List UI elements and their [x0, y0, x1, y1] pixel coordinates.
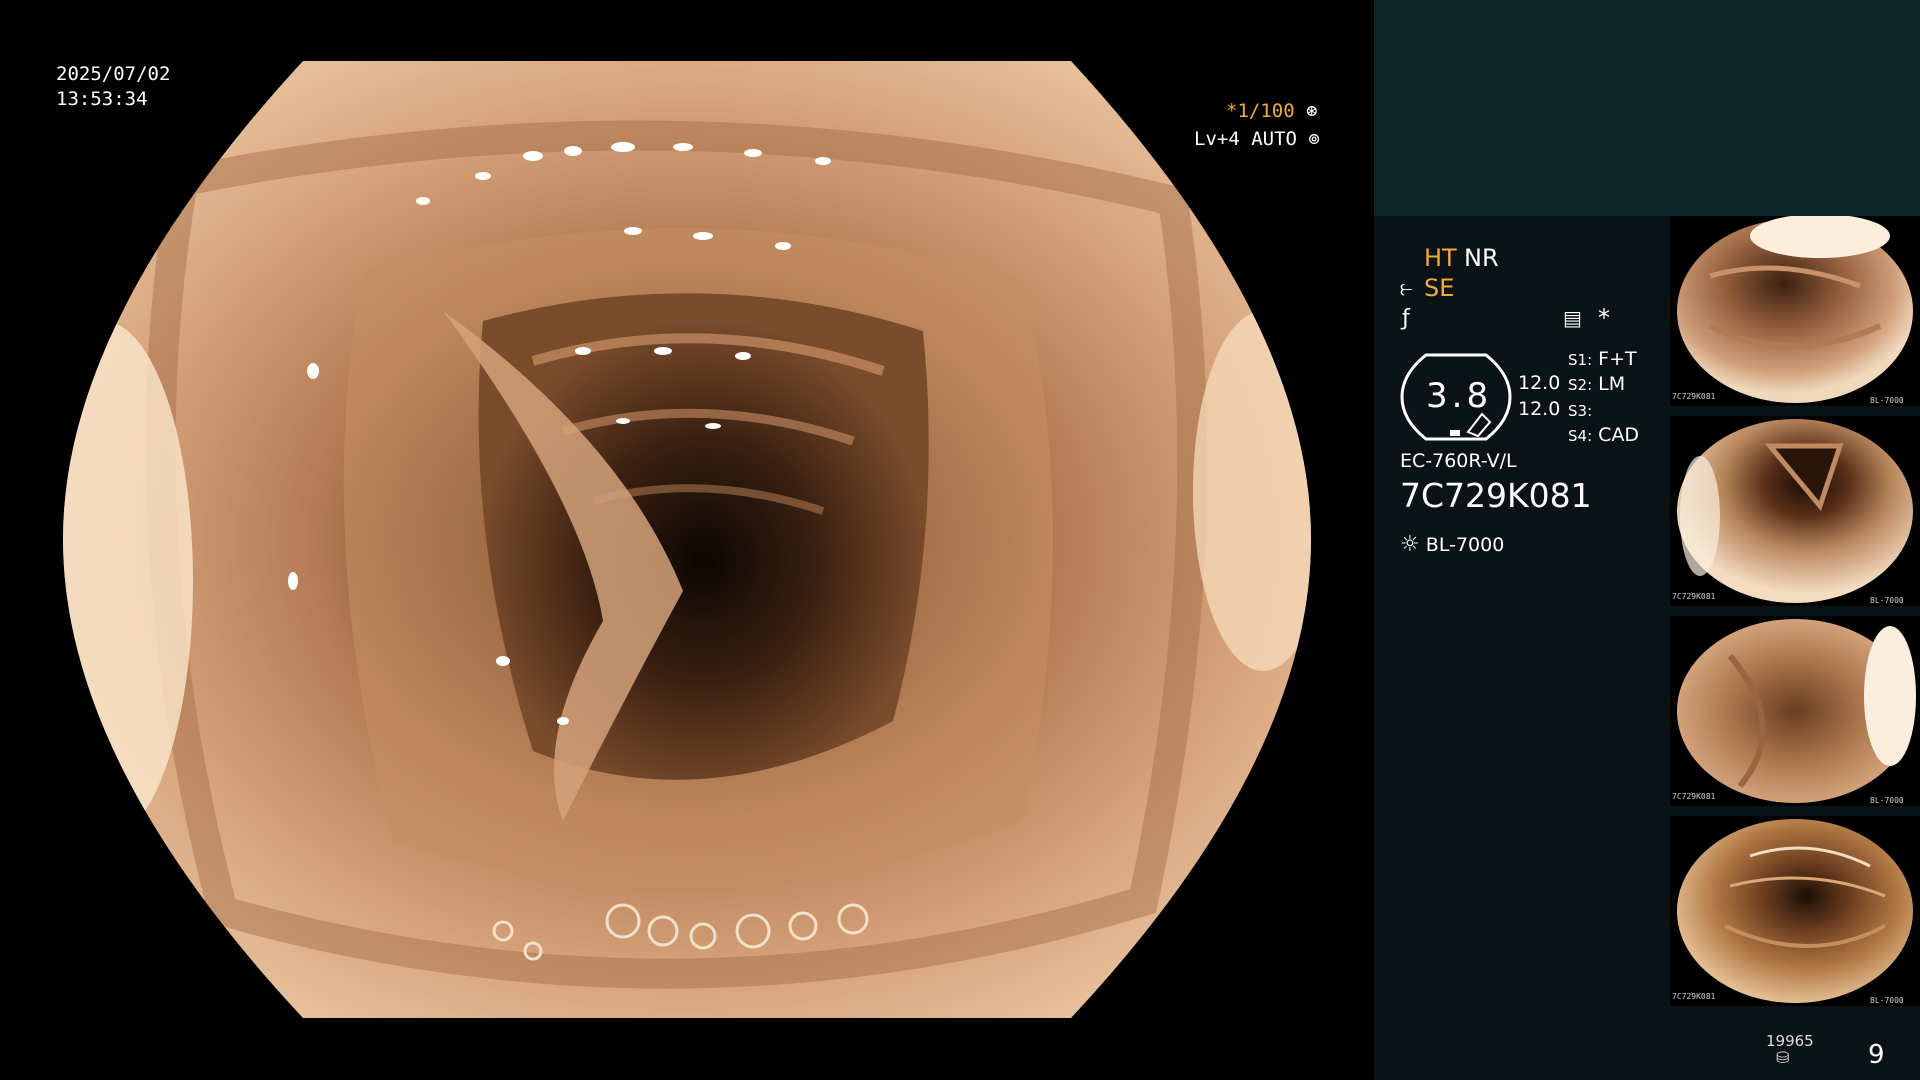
- s1-label: S1:: [1568, 351, 1593, 369]
- ht-indicator: HT: [1424, 244, 1457, 272]
- storage-count: 19965: [1766, 1032, 1814, 1050]
- date-display: 2025/07/02: [56, 63, 171, 85]
- storage-disk-icon: ⛁: [1776, 1048, 1790, 1067]
- s4-value: CAD: [1598, 424, 1640, 446]
- thumbnail-source: BL-7000: [1870, 996, 1904, 1005]
- zoom-value: 3.8: [1426, 376, 1493, 416]
- time-display: 13:53:34: [56, 88, 148, 110]
- level-display: Lv+4 AUTO ⊚: [1194, 128, 1320, 150]
- capture-thumbnail[interactable]: 7C729K081 BL-7000: [1670, 816, 1920, 1006]
- thumbnail-serial: 7C729K081: [1672, 992, 1716, 1001]
- nr-indicator: NR: [1464, 244, 1499, 272]
- s3-row: S3:: [1568, 399, 1592, 421]
- s2-value: LM: [1598, 373, 1626, 395]
- s1-row: S1: F+T: [1568, 348, 1637, 370]
- s2-row: S2: LM: [1568, 373, 1625, 395]
- s4-label: S4:: [1568, 427, 1593, 445]
- s2-label: S2:: [1568, 376, 1593, 394]
- thumbnail-image: [1677, 819, 1913, 1003]
- panel-header: [1374, 0, 1920, 216]
- thumbnail-serial: 7C729K081: [1672, 392, 1716, 401]
- scope-model: EC-760R-V/L: [1400, 450, 1517, 472]
- memo-icon: ▤: [1563, 306, 1582, 330]
- thumbnail-image: [1677, 419, 1913, 603]
- freeze-icon: ƒ: [1402, 306, 1410, 331]
- thumbnail-source: BL-7000: [1870, 596, 1904, 605]
- light-source: ☼ BL-7000: [1400, 532, 1504, 557]
- scope-serial: 7C729K081: [1400, 476, 1592, 515]
- thumbnail-serial: 7C729K081: [1672, 792, 1716, 801]
- thumbnail-source: BL-7000: [1870, 396, 1904, 405]
- value-1: 12.0: [1518, 372, 1561, 394]
- auto-iris-icon: ⊚: [1308, 128, 1320, 150]
- light-source-icon: ☼: [1400, 532, 1420, 557]
- thumbnail-image: [1677, 619, 1916, 803]
- asterisk-icon: *: [1598, 304, 1610, 332]
- light-source-value: BL-7000: [1425, 534, 1505, 556]
- settings-wheel-icon: ⊛: [1306, 100, 1318, 122]
- zoom-indicator: 3.8: [1398, 352, 1514, 442]
- se-indicator: SE: [1424, 274, 1455, 302]
- level-value: Lv+4 AUTO: [1194, 128, 1297, 150]
- thumbnail-serial: 7C729K081: [1672, 592, 1716, 601]
- s3-label: S3:: [1568, 402, 1593, 420]
- enhance-icon: ⥼: [1400, 276, 1413, 301]
- shutter-value: *1/100: [1226, 100, 1295, 122]
- s4-row: S4: CAD: [1568, 424, 1639, 446]
- capture-thumbnail[interactable]: 7C729K081 BL-7000: [1670, 616, 1920, 806]
- thumbnail-image: [1677, 216, 1913, 403]
- capture-thumbnail[interactable]: 7C729K081 BL-7000: [1670, 216, 1920, 406]
- thumbnail-source: BL-7000: [1870, 796, 1904, 805]
- endoscope-main-view: 2025/07/02 13:53:34 *1/100 ⊛ Lv+4 AUTO ⊚: [0, 0, 1372, 1080]
- shutter-display: *1/100 ⊛: [1226, 100, 1318, 122]
- value-2: 12.0: [1518, 398, 1561, 420]
- endoscope-image: [63, 61, 1311, 1018]
- capture-thumbnail[interactable]: 7C729K081 BL-7000: [1670, 416, 1920, 606]
- s1-value: F+T: [1598, 348, 1637, 370]
- capture-count: 9: [1868, 1040, 1885, 1070]
